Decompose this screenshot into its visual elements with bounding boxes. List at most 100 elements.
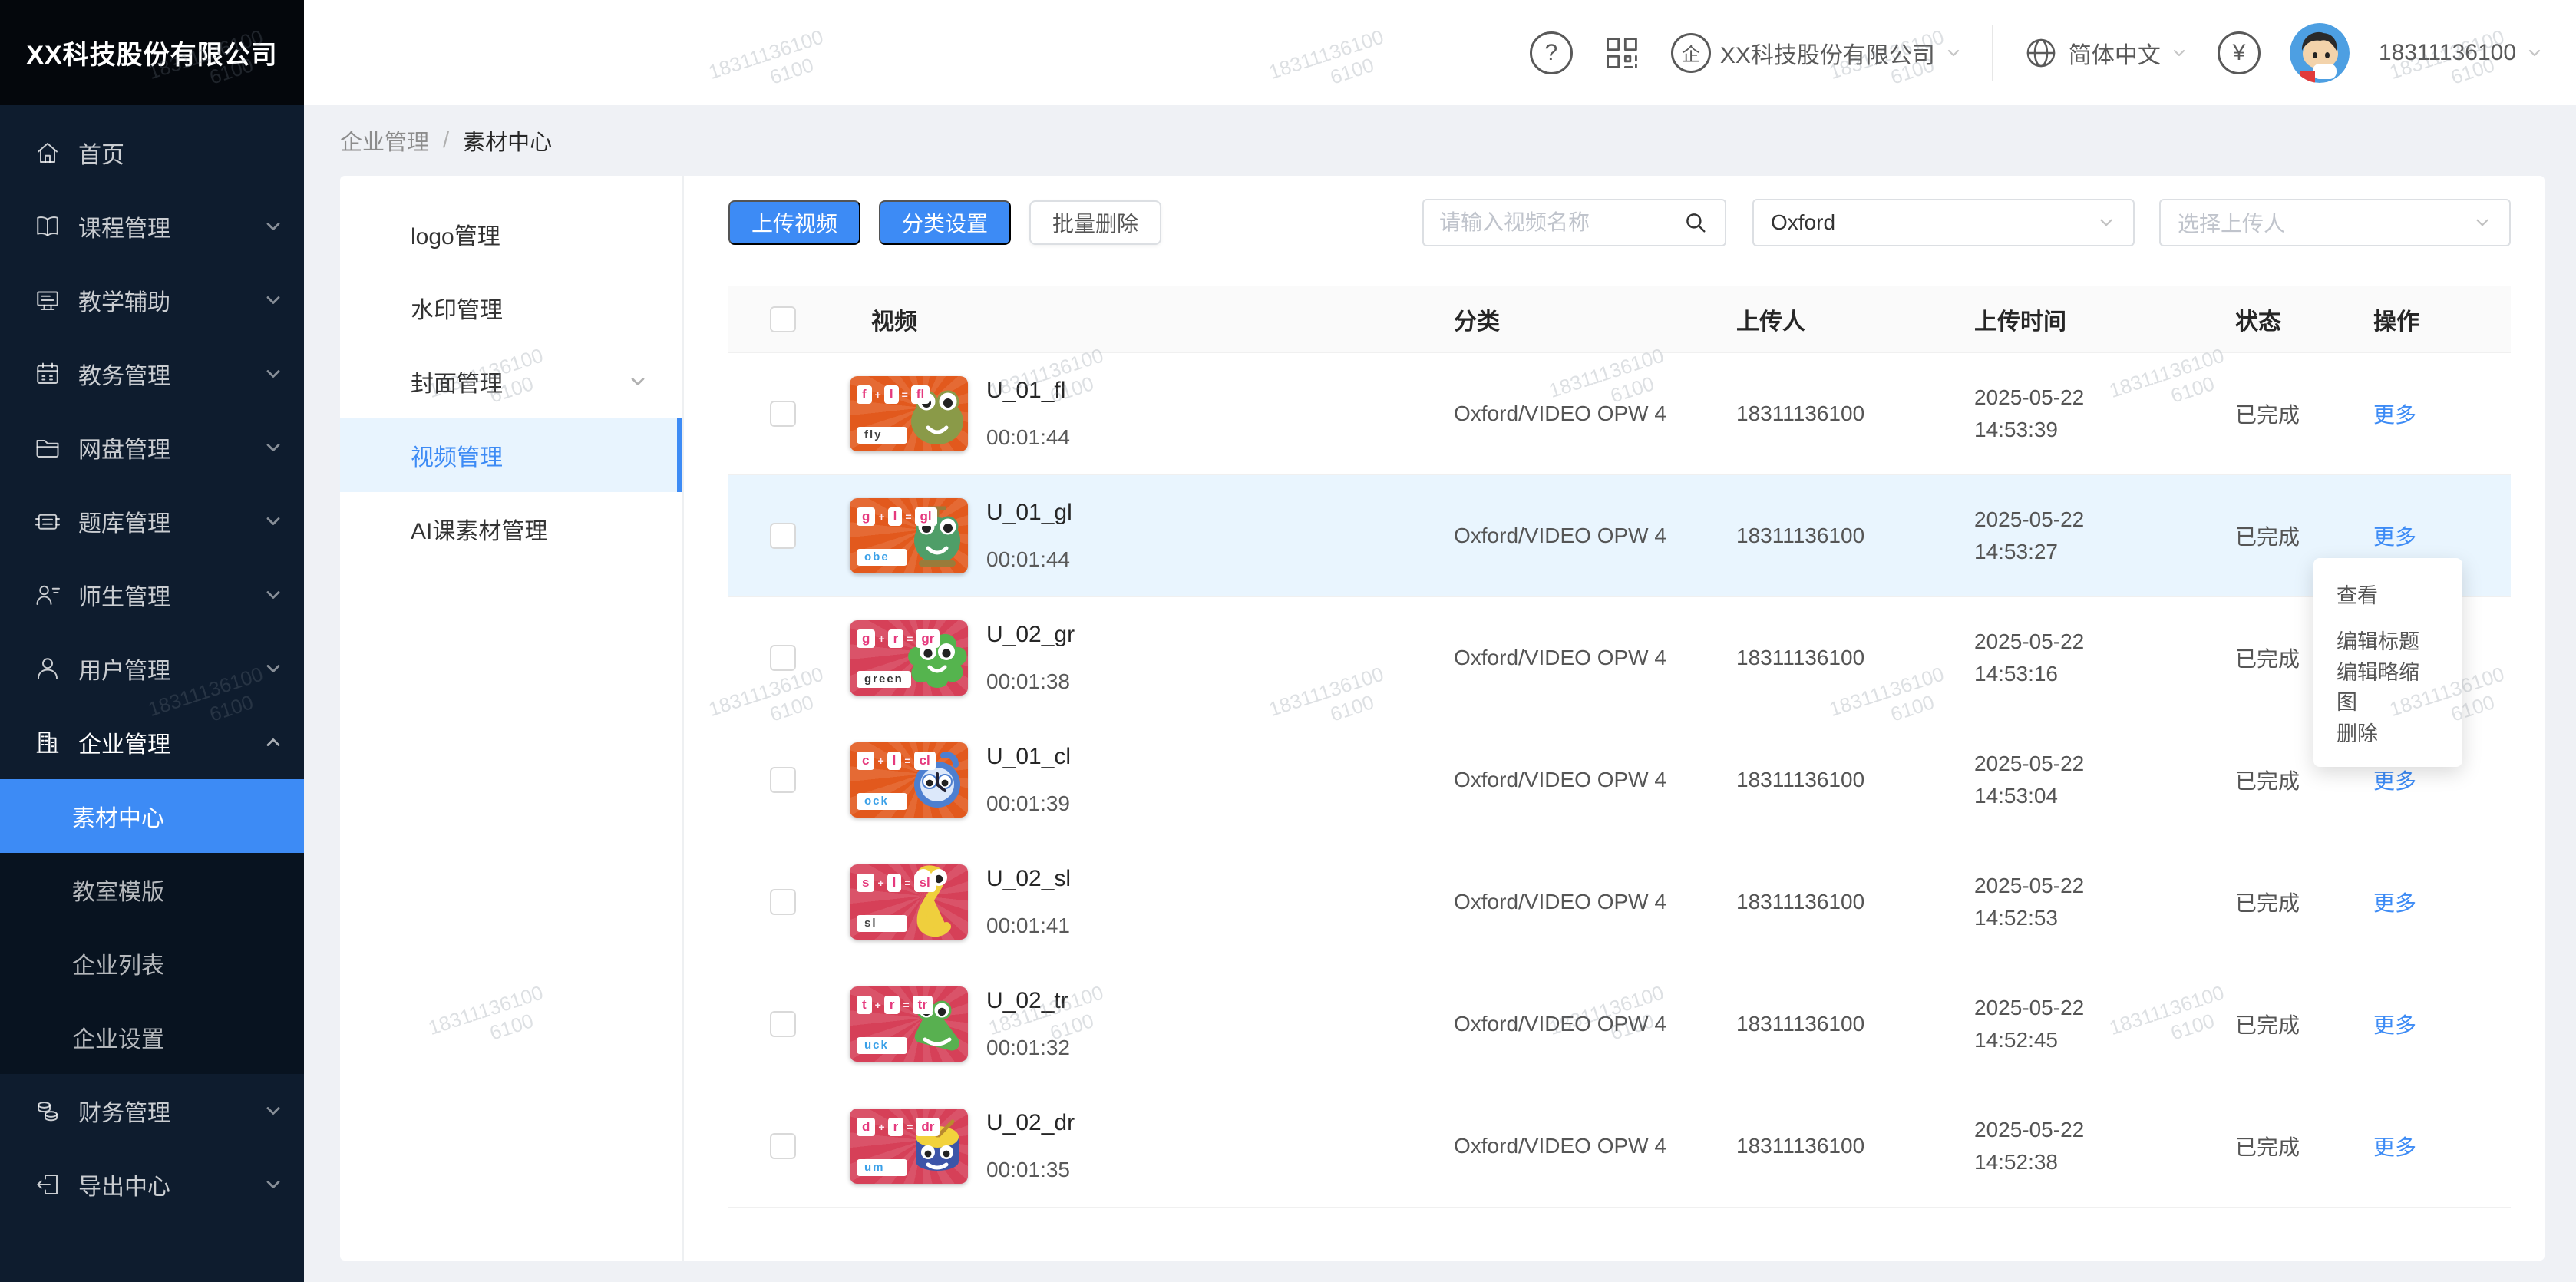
category-filter-value: Oxford — [1771, 210, 2096, 235]
chevron-down-icon — [263, 216, 284, 237]
menu-item-edit-thumbnail[interactable]: 编辑略缩图 — [2313, 662, 2462, 709]
book-icon — [34, 213, 61, 240]
batch-delete-button[interactable]: 批量删除 — [1029, 200, 1161, 245]
row-checkbox[interactable] — [770, 1133, 796, 1159]
material-center-card: logo管理 水印管理 封面管理 视频管理 AI课素材管理 上传视频 分类设置 … — [340, 176, 2545, 1261]
currency-icon[interactable]: ¥ — [2218, 31, 2261, 74]
video-uploader: 18311136100 — [1730, 1012, 1968, 1036]
video-thumbnail[interactable]: f+l=fl fly — [850, 376, 968, 451]
toolbar: 上传视频 分类设置 批量删除 Oxford 选择上传人 — [728, 199, 2511, 246]
sidebar-nav: 首页 课程管理 教学辅助 教务管理 网盘管理 — [0, 105, 304, 1221]
video-category: Oxford/VIDEO OPW 4 — [1448, 1012, 1730, 1036]
material-menu-item-watermark[interactable]: 水印管理 — [340, 271, 682, 345]
uploader-filter-placeholder: 选择上传人 — [2178, 207, 2472, 238]
more-actions-link[interactable]: 更多 — [2373, 1013, 2416, 1037]
sidebar-item-finance[interactable]: 财务管理 — [0, 1074, 304, 1148]
submenu-item-enterprise-list[interactable]: 企业列表 — [0, 927, 304, 1000]
more-actions-link[interactable]: 更多 — [2373, 525, 2416, 549]
row-checkbox[interactable] — [770, 523, 796, 549]
breadcrumb-parent[interactable]: 企业管理 — [340, 124, 429, 157]
table-row: d+r=dr um U_02_dr00:01:35 Oxford/VIDEO O… — [728, 1085, 2511, 1208]
enterprise-badge-icon: 企 — [1671, 33, 1711, 73]
submenu-item-enterprise-settings[interactable]: 企业设置 — [0, 1000, 304, 1074]
chevron-down-icon — [2472, 213, 2492, 233]
sidebar-item-academic[interactable]: 教务管理 — [0, 337, 304, 411]
sidebar-item-question-bank[interactable]: 题库管理 — [0, 484, 304, 558]
help-icon[interactable]: ? — [1530, 31, 1573, 74]
category-settings-button[interactable]: 分类设置 — [879, 200, 1011, 245]
row-checkbox[interactable] — [770, 401, 796, 427]
status-badge: 已完成 — [2229, 887, 2367, 917]
chevron-down-icon — [263, 510, 284, 532]
user-check-icon — [34, 581, 61, 609]
video-search-group — [1422, 199, 1726, 246]
more-actions-link[interactable]: 更多 — [2373, 769, 2416, 793]
sidebar-item-export-center[interactable]: 导出中心 — [0, 1148, 304, 1221]
more-actions-link[interactable]: 更多 — [2373, 1135, 2416, 1159]
topbar: ? 企 XX科技股份有限公司 简体中文 ¥ 1831113 — [304, 0, 2576, 105]
video-thumbnail[interactable]: t+r=tr uck — [850, 986, 968, 1062]
video-search-input[interactable] — [1422, 199, 1666, 246]
select-all-checkbox[interactable] — [770, 306, 796, 332]
material-menu-item-logo[interactable]: logo管理 — [340, 197, 682, 271]
video-thumbnail[interactable]: s+l=sl sl — [850, 864, 968, 940]
status-badge: 已完成 — [2229, 765, 2367, 795]
user-phone-label: 18311136100 — [2379, 40, 2516, 66]
more-actions-link[interactable]: 更多 — [2373, 403, 2416, 427]
sidebar-item-netdisk[interactable]: 网盘管理 — [0, 411, 304, 484]
row-checkbox[interactable] — [770, 1011, 796, 1037]
row-checkbox[interactable] — [770, 889, 796, 915]
video-duration: 00:01:32 — [986, 1036, 1070, 1060]
avatar[interactable] — [2290, 23, 2350, 83]
video-uploader: 18311136100 — [1730, 890, 1968, 914]
chevron-down-icon — [263, 1174, 284, 1195]
company-switcher[interactable]: 企 XX科技股份有限公司 — [1671, 33, 1963, 73]
video-duration: 00:01:41 — [986, 914, 1071, 938]
sidebar-item-enterprise[interactable]: 企业管理 — [0, 705, 304, 779]
category-filter-select[interactable]: Oxford — [1752, 199, 2135, 246]
upload-video-button[interactable]: 上传视频 — [728, 200, 860, 245]
building-icon — [34, 729, 61, 756]
video-thumbnail[interactable]: g+r=gr green — [850, 620, 968, 696]
material-menu-item-cover[interactable]: 封面管理 — [340, 345, 682, 418]
coins-icon — [34, 1097, 61, 1125]
projector-icon — [34, 286, 61, 314]
menu-item-delete[interactable]: 删除 — [2313, 709, 2462, 755]
row-checkbox[interactable] — [770, 645, 796, 671]
material-menu-item-video[interactable]: 视频管理 — [340, 418, 682, 492]
video-title: U_02_sl — [986, 866, 1071, 892]
calendar-icon — [34, 360, 61, 388]
uploader-filter-select[interactable]: 选择上传人 — [2159, 199, 2511, 246]
sidebar-item-courses[interactable]: 课程管理 — [0, 190, 304, 263]
sidebar-item-home[interactable]: 首页 — [0, 116, 304, 190]
status-badge: 已完成 — [2229, 398, 2367, 429]
language-selector[interactable]: 简体中文 — [2023, 35, 2188, 71]
video-duration: 00:01:39 — [986, 791, 1071, 816]
user-icon — [34, 655, 61, 682]
material-menu-item-ai-course[interactable]: AI课素材管理 — [340, 492, 682, 566]
video-title: U_02_gr — [986, 622, 1075, 648]
video-category: Oxford/VIDEO OPW 4 — [1448, 524, 1730, 548]
more-actions-link[interactable]: 更多 — [2373, 891, 2416, 915]
qr-code-icon[interactable] — [1602, 33, 1642, 73]
globe-icon — [2023, 35, 2059, 71]
video-thumbnail[interactable]: g+l=gl obe — [850, 498, 968, 573]
sidebar-item-teacher-student[interactable]: 师生管理 — [0, 558, 304, 632]
topbar-divider — [1992, 25, 1993, 81]
submenu-item-material-center[interactable]: 素材中心 — [0, 779, 304, 853]
row-checkbox[interactable] — [770, 767, 796, 793]
breadcrumb-current: 素材中心 — [463, 124, 552, 157]
sidebar-item-teaching-assist[interactable]: 教学辅助 — [0, 263, 304, 337]
company-switcher-label: XX科技股份有限公司 — [1720, 36, 1935, 70]
menu-item-view[interactable]: 查看 — [2313, 570, 2462, 616]
video-title: U_01_cl — [986, 744, 1071, 770]
sidebar-item-users[interactable]: 用户管理 — [0, 632, 304, 705]
video-title: U_01_gl — [986, 500, 1072, 526]
chevron-down-icon — [263, 437, 284, 458]
search-button[interactable] — [1666, 199, 1726, 246]
video-thumbnail[interactable]: d+r=dr um — [850, 1109, 968, 1184]
submenu-item-classroom-template[interactable]: 教室模版 — [0, 853, 304, 927]
video-thumbnail[interactable]: c+l=cl ock — [850, 742, 968, 818]
video-category: Oxford/VIDEO OPW 4 — [1448, 401, 1730, 426]
user-menu[interactable]: 18311136100 — [2379, 40, 2544, 66]
